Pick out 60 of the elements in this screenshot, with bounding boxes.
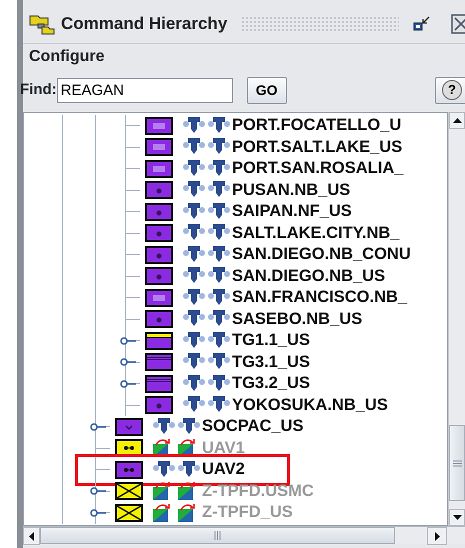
tree-item[interactable]: PORT.SALT.LAKE_US — [80, 136, 402, 158]
help-button[interactable]: ? — [435, 76, 465, 104]
up-arrow-icon — [452, 118, 462, 123]
window-title: Command Hierarchy — [61, 12, 228, 35]
scroll-down-button[interactable] — [449, 509, 465, 526]
tree-item[interactable]: SOCPAC_US — [80, 416, 304, 438]
down-arrow-icon — [452, 515, 462, 520]
expand-handle[interactable] — [90, 487, 106, 496]
unit-symbol-icon — [145, 224, 173, 242]
unit-symbol-icon — [145, 181, 173, 200]
tree-item[interactable]: PUSAN.NB_US — [80, 180, 350, 201]
unit-symbol-icon — [115, 460, 143, 479]
unit-symbol-icon — [145, 160, 173, 178]
unit-symbol-icon — [145, 332, 173, 350]
scroll-right-button[interactable] — [427, 527, 447, 545]
unit-symbol-icon — [145, 116, 173, 135]
tree-item[interactable]: SAN.DIEGO.NB_CONU — [80, 244, 411, 266]
folder-icon — [29, 12, 55, 34]
unit-symbol-icon — [145, 138, 173, 156]
tree-item[interactable]: TG3.2_US — [80, 373, 310, 394]
unit-symbol-icon — [145, 374, 173, 393]
go-button[interactable]: GO — [246, 76, 287, 104]
unit-symbol-icon — [145, 246, 173, 264]
menu-item[interactable]: Configure — [29, 45, 105, 69]
scroll-left-button[interactable] — [23, 527, 40, 545]
unit-symbol-icon — [145, 288, 173, 307]
expand-handle[interactable] — [120, 336, 136, 345]
scroll-up-button[interactable] — [449, 112, 465, 129]
unit-symbol-icon — [145, 310, 173, 328]
unit-symbol-icon — [115, 504, 143, 522]
expand-handle[interactable] — [90, 508, 106, 517]
expand-handle[interactable] — [120, 358, 136, 366]
unit-symbol-icon — [145, 202, 173, 221]
tree-item[interactable]: SAN.DIEGO.NB_US — [80, 266, 386, 287]
unit-symbol-icon — [145, 353, 173, 372]
find-label: Find: — [20, 80, 57, 100]
expand-handle[interactable] — [90, 422, 106, 431]
title-bar-grip[interactable] — [241, 16, 399, 32]
unit-symbol-icon — [115, 418, 143, 436]
tree-item[interactable]: SALT.LAKE.CITY.NB_ — [80, 222, 400, 244]
tree-item[interactable]: SAIPAN.NF_US — [80, 201, 352, 222]
scrollbar-thumb[interactable] — [40, 527, 395, 544]
scrollbar-thumb[interactable] — [449, 425, 465, 501]
close-icon[interactable] — [451, 14, 465, 34]
tree-item[interactable]: SASEBO.NB_US — [80, 308, 362, 330]
unit-symbol-icon — [145, 267, 173, 286]
tree-item[interactable]: TG1.1_US — [80, 330, 310, 352]
tree-item[interactable]: UAV2 — [80, 459, 285, 480]
unit-symbol-icon — [145, 396, 173, 414]
tree-item[interactable]: PORT.SAN.ROSALIA_ — [80, 158, 404, 180]
tree-item[interactable]: YOKOSUKA.NB_US — [80, 394, 388, 416]
expand-handle[interactable] — [120, 380, 136, 388]
left-arrow-icon — [29, 532, 34, 540]
minimize-icon[interactable] — [413, 16, 431, 32]
tree-item[interactable]: SAN.FRANCISCO.NB_ — [80, 287, 408, 308]
find-field[interactable]: REAGAN — [56, 78, 233, 102]
tree-item[interactable]: TG3.1_US — [80, 352, 310, 373]
tree-item[interactable]: PORT.FOCATELLO_U — [80, 115, 402, 136]
right-arrow-icon — [434, 532, 440, 540]
unit-symbol-icon — [115, 482, 143, 500]
